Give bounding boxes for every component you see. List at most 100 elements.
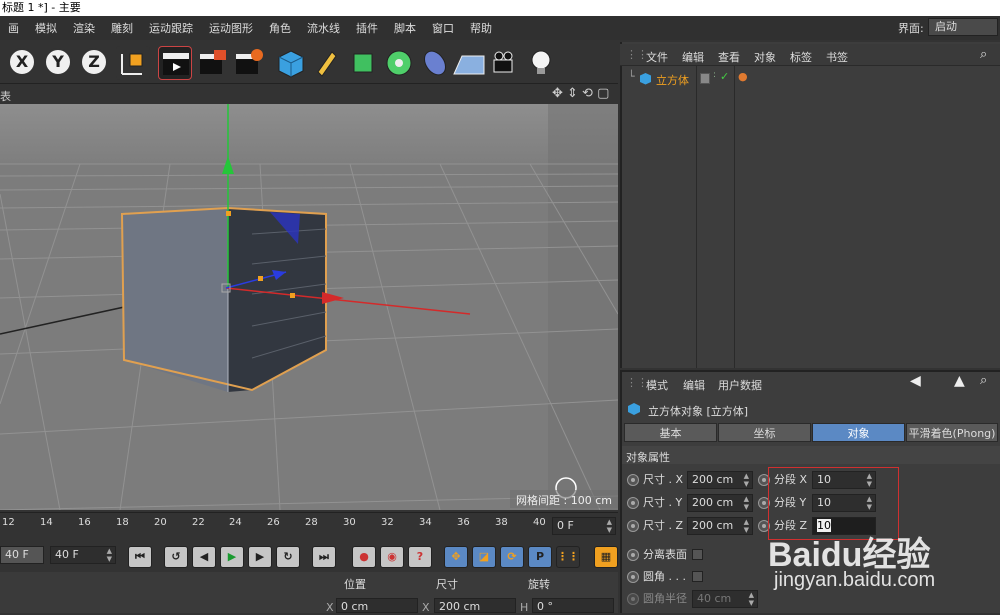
previous-frame-button[interactable]: ◀ bbox=[192, 546, 216, 568]
rotate-key-toggle[interactable]: ⟳ bbox=[500, 546, 524, 568]
grip-icon[interactable]: ⋮⋮ bbox=[626, 48, 648, 61]
layout-select[interactable]: 启动 bbox=[928, 18, 998, 36]
menu-item[interactable]: 渲染 bbox=[65, 20, 103, 36]
render-settings-button[interactable] bbox=[232, 46, 266, 80]
spinner-icon[interactable]: ▲ ▼ bbox=[744, 472, 749, 488]
light-bulb-icon bbox=[531, 50, 551, 74]
preview-end-field[interactable]: 40 F ▲ ▼ bbox=[50, 546, 116, 564]
spinner-icon[interactable]: ▲ ▼ bbox=[607, 518, 612, 534]
next-key-button[interactable]: ↻ bbox=[276, 546, 300, 568]
play-button[interactable]: ▶ bbox=[220, 546, 244, 568]
enabled-checkmark-icon[interactable]: ✓ bbox=[720, 70, 729, 83]
om-menu-objects[interactable]: 对象 bbox=[754, 49, 776, 65]
record-key-button[interactable]: ● bbox=[352, 546, 376, 568]
x-axis-lock-button[interactable]: X bbox=[8, 48, 36, 76]
fillet-checkbox[interactable] bbox=[692, 571, 703, 582]
pen-tool-button[interactable] bbox=[310, 46, 344, 80]
om-menu-edit[interactable]: 编辑 bbox=[682, 49, 704, 65]
menu-item[interactable]: 流水线 bbox=[299, 20, 348, 36]
deformer-button[interactable] bbox=[418, 46, 452, 80]
layer-swatch[interactable] bbox=[700, 73, 710, 84]
menu-item[interactable]: 窗口 bbox=[424, 20, 462, 36]
animate-radio[interactable] bbox=[627, 549, 639, 561]
timeline-options-button[interactable]: ▦ bbox=[594, 546, 618, 568]
phong-tag-icon[interactable]: ● bbox=[738, 70, 748, 83]
go-to-start-button[interactable]: ⏮ bbox=[128, 546, 152, 568]
separate-surfaces-checkbox[interactable] bbox=[692, 549, 703, 560]
y-axis-lock-button[interactable]: Y bbox=[44, 48, 72, 76]
array-button[interactable] bbox=[382, 46, 416, 80]
up-arrow-icon[interactable]: ▲ bbox=[954, 373, 965, 389]
camera-button[interactable] bbox=[488, 46, 522, 80]
spinner-icon[interactable]: ▲ ▼ bbox=[749, 591, 754, 607]
previous-key-button[interactable]: ↺ bbox=[164, 546, 188, 568]
om-menu-file[interactable]: 文件 bbox=[646, 49, 668, 65]
size-x-label: X bbox=[422, 601, 430, 614]
param-key-toggle[interactable]: P bbox=[528, 546, 552, 568]
size-x-field[interactable]: 200 cm ▲ ▼ bbox=[687, 471, 753, 489]
menu-item[interactable]: 画 bbox=[0, 20, 27, 36]
preview-start-field[interactable]: 40 F bbox=[0, 546, 44, 564]
menu-item[interactable]: 模拟 bbox=[27, 20, 65, 36]
cube-primitive-button[interactable] bbox=[274, 46, 308, 80]
menu-item[interactable]: 角色 bbox=[261, 20, 299, 36]
render-to-picture-viewer-button[interactable] bbox=[196, 46, 230, 80]
next-frame-button[interactable]: ▶ bbox=[248, 546, 272, 568]
fillet-radius-field[interactable]: 40 cm ▲ ▼ bbox=[692, 590, 758, 608]
move-key-toggle[interactable]: ✥ bbox=[444, 546, 468, 568]
attr-menu-edit[interactable]: 编辑 bbox=[683, 377, 705, 393]
size-x-field[interactable]: 200 cm bbox=[434, 598, 516, 613]
position-x-field[interactable]: 0 cm bbox=[336, 598, 418, 613]
cube-icon bbox=[640, 73, 651, 85]
search-icon[interactable]: ⌕ bbox=[980, 373, 987, 388]
current-frame-field[interactable]: 0 F ▲ ▼ bbox=[552, 517, 616, 535]
animate-radio[interactable] bbox=[627, 571, 639, 583]
tab-coordinates[interactable]: 坐标 bbox=[718, 423, 811, 442]
render-view-button[interactable] bbox=[158, 46, 192, 80]
animate-radio[interactable] bbox=[627, 474, 639, 486]
size-z-field[interactable]: 200 cm ▲ ▼ bbox=[687, 517, 753, 535]
3d-viewport[interactable]: 网格间距 : 100 cm bbox=[0, 104, 618, 510]
section-title: 对象属性 bbox=[626, 451, 670, 464]
animate-radio[interactable] bbox=[627, 593, 639, 605]
attr-menu-user-data[interactable]: 用户数据 bbox=[718, 377, 762, 393]
menu-item[interactable]: 雕刻 bbox=[103, 20, 141, 36]
coordinate-system-button[interactable] bbox=[116, 46, 150, 80]
object-row-cube[interactable]: └ 立方体 bbox=[622, 70, 696, 88]
visibility-dots[interactable]: : bbox=[713, 70, 716, 80]
attr-menu-mode[interactable]: 模式 bbox=[646, 377, 668, 393]
auto-key-button[interactable]: ◉ bbox=[380, 546, 404, 568]
om-menu-view[interactable]: 查看 bbox=[718, 49, 740, 65]
z-axis-lock-button[interactable]: Z bbox=[80, 48, 108, 76]
light-button[interactable] bbox=[524, 46, 558, 80]
menu-item[interactable]: 脚本 bbox=[386, 20, 424, 36]
spinner-icon[interactable]: ▲ ▼ bbox=[744, 518, 749, 534]
spinner-icon[interactable]: ▲ ▼ bbox=[744, 495, 749, 511]
tab-object[interactable]: 对象 bbox=[812, 423, 905, 442]
animate-radio[interactable] bbox=[627, 497, 639, 509]
menu-item[interactable]: 帮助 bbox=[462, 20, 500, 36]
size-y-field[interactable]: 200 cm ▲ ▼ bbox=[687, 494, 753, 512]
menu-item[interactable]: 插件 bbox=[348, 20, 386, 36]
animate-radio[interactable] bbox=[627, 520, 639, 532]
menu-item[interactable]: 运动跟踪 bbox=[141, 20, 201, 36]
back-arrow-icon[interactable]: ◀ bbox=[910, 373, 921, 389]
grip-icon[interactable]: ⋮⋮ bbox=[626, 376, 648, 389]
tab-phong[interactable]: 平滑着色(Phong) bbox=[906, 423, 998, 442]
viewport-nav-icons[interactable]: ✥ ⇕ ⟲ ▢ bbox=[552, 86, 609, 101]
go-to-end-button[interactable]: ⏭ bbox=[312, 546, 336, 568]
pla-key-toggle[interactable]: ⋮⋮ bbox=[556, 546, 580, 568]
generator-button[interactable] bbox=[346, 46, 380, 80]
om-menu-bookmarks[interactable]: 书签 bbox=[826, 49, 848, 65]
scale-key-toggle[interactable]: ◪ bbox=[472, 546, 496, 568]
tab-basic[interactable]: 基本 bbox=[624, 423, 717, 442]
spinner-icon[interactable]: ▲ ▼ bbox=[107, 547, 112, 563]
floor-button[interactable] bbox=[452, 46, 486, 80]
keyframe-selection-button[interactable]: ? bbox=[408, 546, 432, 568]
heading-field[interactable]: 0 ° bbox=[532, 598, 614, 613]
viewport-scene[interactable] bbox=[0, 104, 618, 510]
menu-item[interactable]: 运动图形 bbox=[201, 20, 261, 36]
viewport-menu[interactable]: 表 bbox=[0, 88, 11, 104]
search-icon[interactable]: ⌕ bbox=[980, 47, 987, 62]
om-menu-tags[interactable]: 标签 bbox=[790, 49, 812, 65]
